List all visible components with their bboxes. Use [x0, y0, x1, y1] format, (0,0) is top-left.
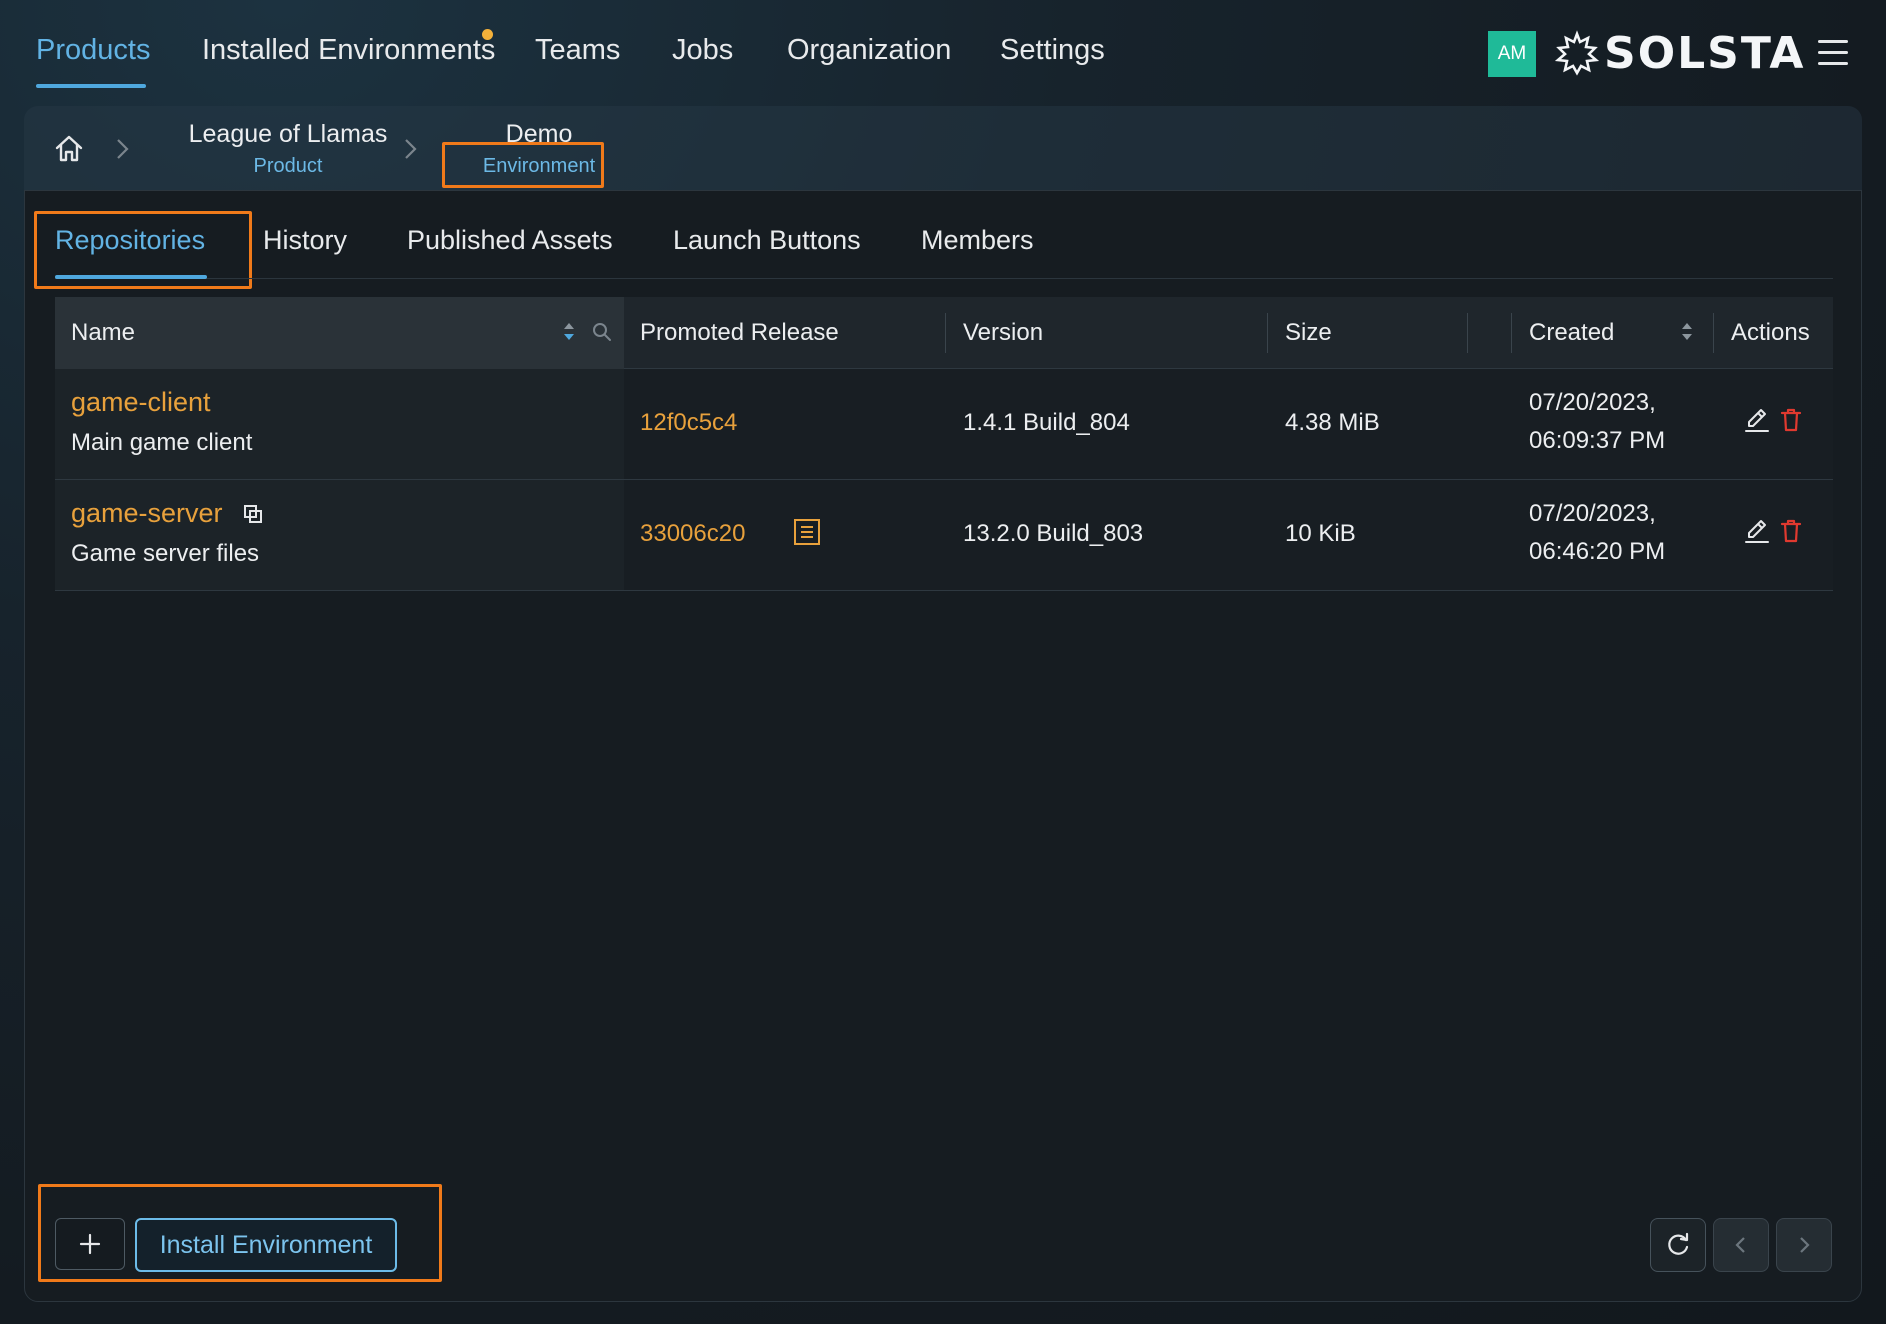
edit-icon[interactable]: [1743, 406, 1771, 434]
refresh-icon: [1668, 1232, 1689, 1255]
sort-icon[interactable]: [1679, 319, 1695, 345]
nav-products[interactable]: Products: [36, 34, 150, 67]
nav-organization[interactable]: Organization: [787, 34, 951, 67]
main-panel: Repositories History Published Assets La…: [24, 190, 1862, 1302]
logo-text: SOLSTA: [1604, 27, 1806, 79]
column-header-size: Size: [1285, 319, 1332, 346]
column-header-actions: Actions: [1731, 319, 1810, 346]
highlight-box-environment: [442, 142, 604, 188]
nav-teams[interactable]: Teams: [535, 34, 620, 67]
release-notes-icon[interactable]: [793, 518, 821, 546]
breadcrumb-product-title: League of Llamas: [188, 120, 388, 148]
table-row: game-server Game server files 33006c20 1…: [55, 480, 1833, 591]
install-environment-button[interactable]: Install Environment: [135, 1218, 397, 1272]
tab-published-assets[interactable]: Published Assets: [407, 225, 613, 256]
top-navigation: Products Installed Environments Teams Jo…: [0, 0, 1886, 100]
column-header-version: Version: [963, 319, 1044, 346]
promoted-release-link[interactable]: 33006c20: [640, 520, 745, 548]
size-value: 4.38 MiB: [1285, 409, 1380, 436]
nav-active-indicator: [36, 84, 146, 88]
tab-launch-buttons[interactable]: Launch Buttons: [673, 225, 861, 256]
version-value: 13.2.0 Build_803: [963, 520, 1144, 547]
home-icon[interactable]: [52, 132, 86, 166]
repository-description: Game server files: [71, 540, 260, 567]
repository-description: Main game client: [71, 429, 253, 456]
repository-name-link[interactable]: game-client: [71, 387, 211, 418]
chevron-right-icon: [1800, 1237, 1810, 1253]
avatar[interactable]: AM: [1488, 31, 1536, 77]
created-date: 07/20/2023,: [1529, 389, 1656, 416]
next-page-button[interactable]: [1776, 1218, 1832, 1272]
chevron-left-icon: [1735, 1237, 1745, 1253]
solsta-logo[interactable]: SOLSTA: [1554, 27, 1805, 79]
column-header-created: Created: [1529, 319, 1615, 346]
edit-icon[interactable]: [1743, 517, 1771, 545]
column-header-name: Name: [71, 319, 136, 346]
delete-icon[interactable]: [1777, 517, 1805, 545]
nav-installed-environments[interactable]: Installed Environments: [202, 34, 495, 67]
promoted-release-link[interactable]: 12f0c5c4: [640, 409, 737, 437]
repositories-table: Name Promoted Release Version Size Creat…: [55, 297, 1833, 591]
tab-history[interactable]: History: [263, 225, 347, 256]
nav-jobs[interactable]: Jobs: [672, 34, 733, 67]
table-row: game-client Main game client 12f0c5c4 1.…: [55, 369, 1833, 480]
tab-active-indicator: [55, 275, 207, 279]
created-time: 06:09:37 PM: [1529, 427, 1666, 454]
notification-dot: [482, 29, 493, 40]
repository-name-link[interactable]: game-server: [71, 498, 223, 529]
table-header: Name Promoted Release Version Size Creat…: [55, 297, 1833, 369]
breadcrumb-product-subtitle: Product: [253, 155, 323, 177]
search-icon[interactable]: [591, 321, 613, 343]
version-value: 1.4.1 Build_804: [963, 409, 1130, 436]
created-date: 07/20/2023,: [1529, 500, 1656, 527]
column-header-promoted-release: Promoted Release: [640, 319, 839, 346]
add-button[interactable]: [55, 1218, 125, 1270]
delete-icon[interactable]: [1777, 406, 1805, 434]
breadcrumb: League of Llamas Product Demo Environmen…: [24, 106, 1862, 194]
tab-bar: Repositories History Published Assets La…: [55, 225, 1833, 279]
chevron-right-icon: [405, 139, 417, 159]
nav-settings[interactable]: Settings: [1000, 34, 1105, 67]
refresh-button[interactable]: [1650, 1218, 1706, 1272]
hamburger-icon[interactable]: [1818, 40, 1850, 68]
tab-repositories[interactable]: Repositories: [55, 225, 205, 256]
tab-members[interactable]: Members: [921, 225, 1034, 256]
size-value: 10 KiB: [1285, 520, 1356, 547]
solsta-logo-icon: [1554, 30, 1600, 76]
created-time: 06:46:20 PM: [1529, 538, 1666, 565]
previous-page-button[interactable]: [1713, 1218, 1769, 1272]
copy-icon[interactable]: [241, 502, 265, 526]
breadcrumb-product[interactable]: League of Llamas Product: [166, 120, 410, 178]
plus-icon: [79, 1233, 101, 1255]
sort-icon[interactable]: [561, 319, 577, 345]
chevron-right-icon: [117, 139, 129, 159]
